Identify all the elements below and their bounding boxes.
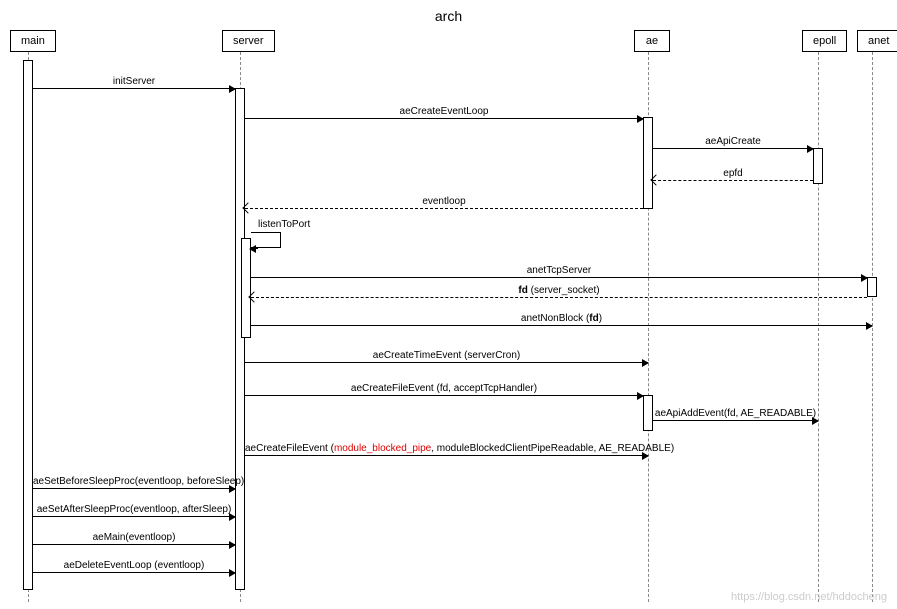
- arrow-aeApiCreate: [653, 148, 813, 149]
- msg-fdReturn: fd (server_socket): [251, 285, 867, 296]
- anb-suf: ): [599, 313, 602, 324]
- activation-ae-1: [643, 117, 653, 209]
- msg-aeDeleteEventLoop: aeDeleteEventLoop (eventloop): [33, 560, 235, 571]
- arrow-eventloop: [245, 208, 643, 209]
- msg-aeCreateFileEvent1: aeCreateFileEvent (fd, acceptTcpHandler): [245, 383, 643, 394]
- lifeline-epoll: [818, 52, 819, 602]
- arrow-aeCreateTimeEvent: [245, 362, 648, 363]
- arrow-aeMain: [33, 544, 235, 545]
- msg-initServer: initServer: [33, 76, 235, 87]
- arrow-aeApiAddEvent: [653, 420, 818, 421]
- cfe2-post: , moduleBlockedClientPipeReadable, AE_RE…: [431, 443, 674, 454]
- cfe2-pre: aeCreateFileEvent (: [245, 443, 334, 454]
- msg-epfd: epfd: [653, 168, 813, 179]
- anb-pre: anetNonBlock (: [521, 313, 589, 324]
- msg-aeMain: aeMain(eventloop): [33, 532, 235, 543]
- msg-aeApiAddEvent: aeApiAddEvent(fd, AE_READABLE): [653, 408, 818, 419]
- arrow-anetTcpServer: [251, 277, 867, 278]
- msg-aeCreateEventLoop: aeCreateEventLoop: [245, 106, 643, 117]
- participant-main: main: [10, 30, 56, 52]
- msg-aeSetAfterSleepProc: aeSetAfterSleepProc(eventloop, afterSlee…: [33, 504, 235, 515]
- msg-aeApiCreate: aeApiCreate: [653, 136, 813, 147]
- arrow-initServer: [33, 88, 235, 89]
- participant-anet: anet: [857, 30, 897, 52]
- diagram-title: arch: [0, 0, 897, 32]
- cfe2-red: module_blocked_pipe: [334, 443, 431, 454]
- activation-main: [23, 60, 33, 590]
- arrow-aeDeleteEventLoop: [33, 572, 235, 573]
- arrow-listenToPort: [250, 248, 258, 249]
- activation-server: [235, 88, 245, 590]
- arrow-aeSetAfterSleepProc: [33, 516, 235, 517]
- arrow-epfd: [653, 180, 813, 181]
- participant-epoll: epoll: [802, 30, 847, 52]
- arrow-aeCreateFileEvent1: [245, 395, 643, 396]
- msg-aeSetBeforeSleepProc: aeSetBeforeSleepProc(eventloop, beforeSl…: [33, 476, 235, 487]
- msg-anetTcpServer: anetTcpServer: [251, 265, 867, 276]
- msg-listenToPort: listenToPort: [258, 219, 310, 230]
- msg-aeCreateFileEvent2: aeCreateFileEvent (module_blocked_pipe, …: [245, 443, 648, 454]
- arrow-aeCreateFileEvent2: [245, 455, 648, 456]
- arrow-anetNonBlock: [251, 325, 872, 326]
- msg-eventloop: eventloop: [245, 196, 643, 207]
- activation-ae-2: [643, 395, 653, 431]
- participant-ae: ae: [634, 30, 670, 52]
- activation-server-inner: [241, 238, 251, 338]
- watermark: https://blog.csdn.net/hddocheng: [731, 591, 887, 603]
- participant-server: server: [222, 30, 275, 52]
- activation-epoll: [813, 148, 823, 184]
- fd-suffix: (server_socket): [528, 285, 600, 296]
- arrow-fdReturn: [251, 297, 867, 298]
- fd-bold: fd: [518, 285, 527, 296]
- msg-anetNonBlock: anetNonBlock (fd): [251, 313, 872, 324]
- arrow-aeSetBeforeSleepProc: [33, 488, 235, 489]
- msg-aeCreateTimeEvent: aeCreateTimeEvent (serverCron): [245, 350, 648, 361]
- activation-anet: [867, 277, 877, 297]
- arrow-aeCreateEventLoop: [245, 118, 643, 119]
- anb-fd: fd: [589, 313, 598, 324]
